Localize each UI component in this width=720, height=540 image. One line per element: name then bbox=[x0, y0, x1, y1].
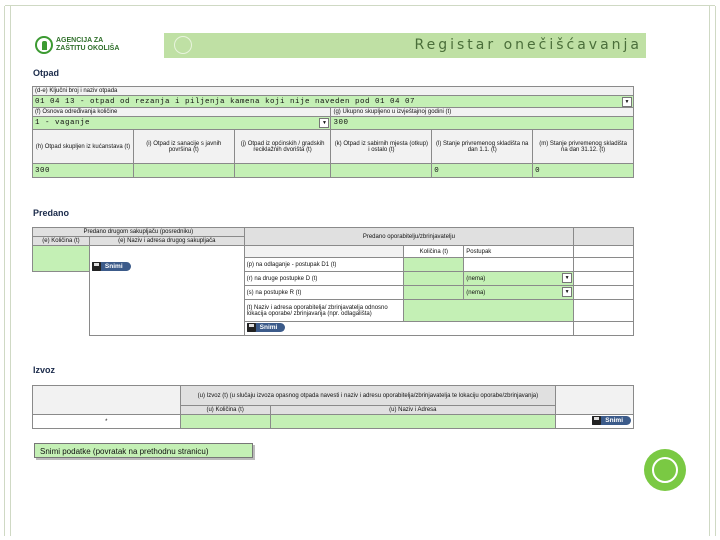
collector-name-header: (e) Naziv i adresa drugog sakupljača bbox=[88, 236, 245, 246]
header-ornament-icon bbox=[174, 36, 192, 54]
export-name-header: (u) Naziv i Adresa bbox=[269, 405, 557, 415]
processor-header: Predano oporabitelju/zbrinjavatelju bbox=[243, 227, 575, 246]
section-title-otpad: Otpad bbox=[33, 68, 59, 78]
page-title: Registar onečišćavanja bbox=[414, 37, 642, 53]
key-label: (d-e) Ključni broj i naziv otpada bbox=[32, 86, 634, 96]
col-header-collection-points: (k) Otpad iz sabirnih mjesta (otkup) i o… bbox=[330, 129, 433, 164]
slide-border-right-inner bbox=[709, 6, 710, 536]
d-qty-input[interactable] bbox=[403, 271, 465, 286]
total-input[interactable]: 300 bbox=[330, 116, 634, 130]
waste-key-select[interactable]: 01 04 13 - otpad od rezanja i piljenja k… bbox=[32, 95, 634, 108]
chevron-down-icon[interactable]: ▼ bbox=[319, 118, 330, 128]
r-label: (s) na postupke R (t) bbox=[243, 285, 405, 300]
floppy-disk-icon bbox=[246, 323, 256, 332]
floppy-disk-icon bbox=[592, 416, 602, 425]
save-collector-button[interactable]: Snimi bbox=[91, 262, 131, 271]
d1-qty-input[interactable] bbox=[403, 257, 465, 272]
chevron-down-icon[interactable]: ▼ bbox=[562, 273, 573, 283]
col-header-storage-end: (m) Stanje privremenog skladišta na dan … bbox=[532, 129, 634, 164]
chevron-down-icon[interactable]: ▼ bbox=[562, 287, 573, 297]
total-label: (g) Ukupno skupljeno u izvještajnoj godi… bbox=[330, 107, 634, 117]
public-areas-input[interactable] bbox=[132, 163, 235, 178]
izvoz-table: (u) Izvoz (t) (u slučaju izvoza opasnog … bbox=[32, 385, 634, 429]
collection-points-input[interactable] bbox=[330, 163, 433, 178]
slide-border-right bbox=[715, 6, 716, 536]
d-procedure-select[interactable]: (nema) ▼ bbox=[463, 271, 575, 286]
col-header-households: (h) Otpad skupljen iz kućanstava (t) bbox=[32, 129, 134, 164]
logo: AGENCIJA ZA ZAŠTITU OKOLIŠA bbox=[32, 33, 164, 58]
d-label: (r) na druge postupke D (t) bbox=[243, 271, 405, 286]
save-export-button[interactable]: Snimi bbox=[592, 416, 631, 425]
r-procedure-select[interactable]: (nema) ▼ bbox=[463, 285, 575, 300]
method-label: (f) Osnova određivanja količine bbox=[31, 107, 332, 117]
save-and-back-button[interactable]: Snimi podatke (povratak na prethodnu str… bbox=[34, 443, 253, 458]
floppy-disk-icon bbox=[91, 262, 101, 271]
r-qty-input[interactable] bbox=[403, 285, 465, 300]
col-proc-label: Postupak bbox=[463, 245, 575, 258]
address-input[interactable] bbox=[403, 299, 575, 322]
method-value: 1 - vaganje bbox=[35, 119, 91, 127]
recycling-yards-input[interactable] bbox=[233, 163, 332, 178]
address-label: (t) Naziv i adresa oporabitelja/ zbrinja… bbox=[243, 299, 405, 322]
predano-table: Predano drugom sakupljaču (posredniku) P… bbox=[32, 227, 634, 336]
slide-border-left-inner bbox=[10, 6, 11, 536]
qty-header: (e) Količina (t) bbox=[32, 236, 90, 246]
export-qty-header: (u) Količina (t) bbox=[179, 405, 271, 415]
method-select[interactable]: 1 - vaganje ▼ bbox=[31, 116, 332, 130]
slide-decoration-ring bbox=[652, 457, 678, 483]
export-name-input[interactable] bbox=[269, 414, 557, 429]
storage-start-input[interactable]: 0 bbox=[431, 163, 534, 178]
storage-end-input[interactable]: 0 bbox=[532, 163, 634, 178]
slide-border-left bbox=[4, 6, 5, 536]
waste-key-value: 01 04 13 - otpad od rezanja i piljenja k… bbox=[35, 97, 416, 106]
tree-logo-icon bbox=[35, 36, 53, 54]
new-row-marker: * bbox=[32, 414, 181, 429]
export-header: (u) Izvoz (t) (u slučaju izvoza opasnog … bbox=[179, 385, 557, 406]
col-header-recycling-yards: (j) Otpad iz općinskih / gradskih recikl… bbox=[233, 129, 332, 164]
logo-line-2: ZAŠTITU OKOLIŠA bbox=[56, 45, 120, 52]
export-qty-input[interactable] bbox=[179, 414, 271, 429]
save-processor-button[interactable]: Snimi bbox=[246, 323, 286, 332]
app-header: AGENCIJA ZA ZAŠTITU OKOLIŠA Registar one… bbox=[32, 33, 646, 58]
col-header-storage-start: (l) Stanje privremenog skladišta na dan … bbox=[431, 129, 534, 164]
col-qty-label: Količina (t) bbox=[403, 245, 465, 258]
section-title-predano: Predano bbox=[33, 208, 70, 218]
col-header-public-areas: (i) Otpad iz sanacije s javnih površina … bbox=[132, 129, 235, 164]
chevron-down-icon[interactable]: ▼ bbox=[622, 97, 632, 107]
logo-line-1: AGENCIJA ZA bbox=[56, 37, 104, 44]
collector-header: Predano drugom sakupljaču (posredniku) bbox=[32, 227, 245, 237]
collector-qty-input[interactable] bbox=[32, 245, 90, 272]
section-title-izvoz: Izvoz bbox=[33, 365, 56, 375]
slide-border-top bbox=[5, 5, 715, 6]
households-input[interactable]: 300 bbox=[32, 163, 134, 178]
otpad-table: (d-e) Ključni broj i naziv otpada 01 04 … bbox=[31, 86, 634, 178]
d1-label: (p) na odlaganje - postupak D1 (t) bbox=[243, 257, 405, 272]
